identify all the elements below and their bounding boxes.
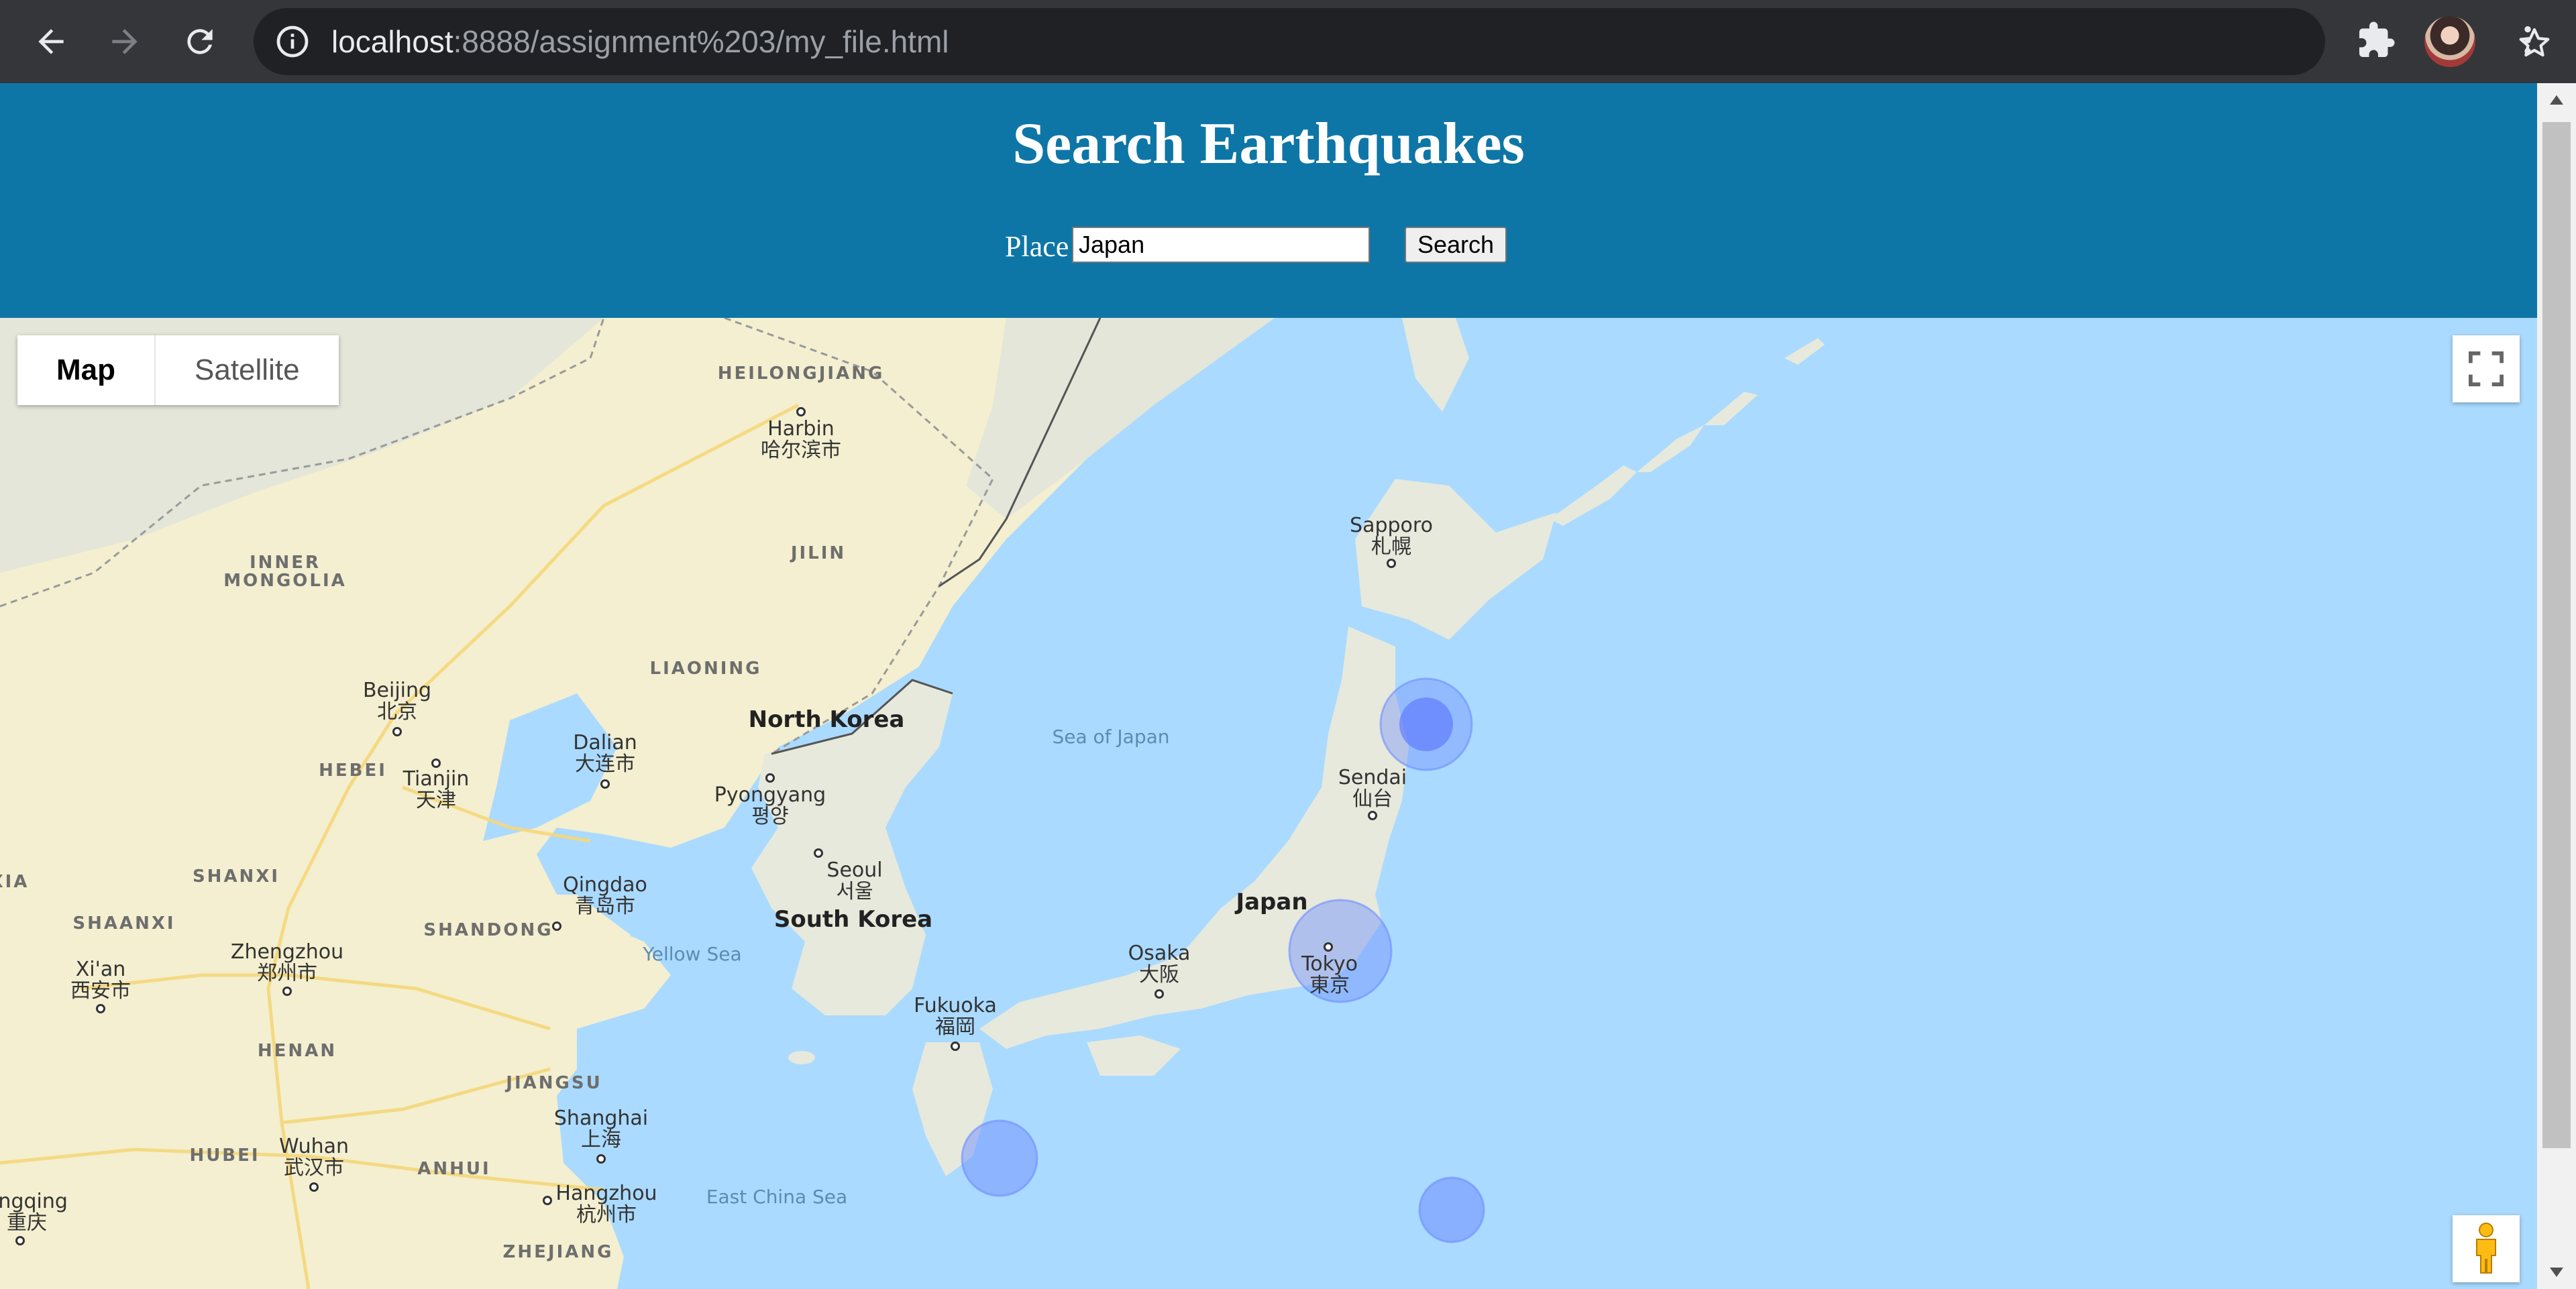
earthquake-marker[interactable] [1399, 697, 1453, 751]
search-form: Place Search [0, 227, 2537, 267]
city-dot-sendai [1368, 811, 1377, 820]
map-label: XIA [0, 872, 30, 892]
url-text: localhost:8888/assignment%203/my_file.ht… [331, 24, 949, 59]
extensions-icon[interactable] [2356, 20, 2396, 60]
forward-arrow-icon [112, 29, 138, 54]
place-label: Place [1005, 230, 1069, 263]
city-dot-zhengzhou [282, 987, 292, 996]
page-header: Search Earthquakes Place Search [0, 83, 2537, 318]
city-dot-dalian [600, 779, 610, 789]
map-label: East China Sea [706, 1186, 848, 1208]
map-label: SHANXI [192, 866, 280, 887]
map-label: HEBEI [319, 761, 387, 781]
city-dot-wuhan [309, 1182, 319, 1192]
city-dot-osaka [1155, 989, 1164, 999]
browser-toolbar: localhost:8888/assignment%203/my_file.ht… [0, 0, 2576, 83]
map-label: HEILONGJIANG [717, 363, 885, 384]
city-dot-sapporo [1387, 559, 1396, 568]
map-label: ANHUI [417, 1159, 491, 1179]
search-button[interactable]: Search [1405, 227, 1507, 263]
city-dot-fukuoka [951, 1042, 960, 1051]
map-label: Xi'an 西安市 [70, 958, 131, 1003]
map-label: Japan [1236, 889, 1308, 915]
map-label: South Korea [773, 906, 933, 933]
city-dot-hangzhou [543, 1196, 552, 1205]
forward-button[interactable] [99, 16, 150, 67]
city-dot-chongqing [15, 1236, 25, 1245]
map-label: Harbin 哈尔滨市 [761, 417, 841, 462]
map-type-control: Map Satellite [17, 335, 339, 405]
page-scrollbar[interactable] [2537, 83, 2576, 1289]
earthquake-marker[interactable] [961, 1119, 1038, 1197]
city-dot-seoul [814, 848, 823, 858]
reload-icon [187, 29, 213, 54]
map-type-map-button[interactable]: Map [17, 335, 156, 405]
map-label: Yellow Sea [643, 943, 742, 965]
back-button[interactable] [25, 16, 76, 67]
map-label: ongqing重庆 [0, 1190, 68, 1235]
map-label: Sendai 仙台 [1338, 766, 1407, 811]
map-label: Sea of Japan [1052, 726, 1170, 748]
map-label: ZHEJIANG [502, 1242, 614, 1262]
map-label: Wuhan 武汉市 [278, 1135, 350, 1180]
profile-avatar[interactable] [2424, 16, 2475, 67]
map-label: Shanghai 上海 [553, 1107, 649, 1152]
map-label: Pyongyang 평양 [714, 783, 826, 828]
map-label: Fukuoka 福岡 [914, 994, 997, 1039]
earthquake-marker[interactable] [1418, 1176, 1485, 1243]
map-label: Sapporo 札幌 [1350, 514, 1433, 559]
menu-kebab-icon[interactable] [2509, 20, 2546, 60]
pegman-icon [2476, 1223, 2496, 1274]
map-label: INNER MONGOLIA [223, 553, 347, 592]
address-bar[interactable]: localhost:8888/assignment%203/my_file.ht… [254, 8, 2550, 75]
map-label: JILIN [790, 543, 847, 563]
map-label: SHAANXI [72, 913, 176, 934]
city-dot-tianjin [431, 759, 441, 768]
scroll-down-arrow-icon[interactable] [2537, 1255, 2576, 1289]
city-dot-beijing [392, 727, 402, 736]
place-input[interactable] [1072, 227, 1370, 263]
map-base-layer [0, 318, 1825, 1289]
city-dot-tokyo [1324, 942, 1333, 952]
map-label: SHANDONG [423, 920, 553, 940]
street-view-pegman[interactable] [2453, 1215, 2520, 1282]
page-title: Search Earthquakes [1012, 111, 1525, 176]
map-label: Osaka 大阪 [1128, 942, 1191, 987]
map-label: Hangzhou 杭州市 [555, 1182, 657, 1227]
back-arrow-icon [38, 29, 64, 54]
scroll-up-arrow-icon[interactable] [2537, 83, 2576, 117]
map-label: Tokyo 東京 [1301, 952, 1358, 997]
map-label: LIAONING [649, 659, 762, 679]
map-label: Dalian 大连市 [573, 731, 637, 776]
scrollbar-thumb[interactable] [2542, 122, 2571, 1148]
reload-button[interactable] [174, 16, 225, 67]
map-label: Seoul 서울 [826, 858, 883, 903]
map-view[interactable]: HEILONGJIANG JILIN INNER MONGOLIA LIAONI… [0, 318, 2537, 1289]
map-label: North Korea [748, 706, 905, 733]
fullscreen-button[interactable] [2453, 335, 2520, 402]
city-dot-qingdao [552, 921, 561, 931]
fullscreen-icon [2469, 351, 2504, 386]
city-dot-xian [96, 1004, 105, 1013]
map-label: HUBEI [189, 1145, 260, 1166]
info-icon[interactable] [274, 23, 311, 60]
city-dot-harbin [796, 407, 806, 416]
city-dot-pyongyang [765, 773, 775, 783]
map-label: HENAN [257, 1041, 337, 1061]
map-label: Zhengzhou 郑州市 [230, 940, 344, 985]
map-label: Beijing 北京 [362, 679, 432, 724]
map-label: JIANGSU [506, 1073, 602, 1093]
map-label: Qingdao 青岛市 [563, 873, 647, 918]
city-dot-shanghai [596, 1154, 606, 1164]
map-label: Tianjin 天津 [402, 767, 470, 812]
map-type-satellite-button[interactable]: Satellite [156, 335, 339, 405]
